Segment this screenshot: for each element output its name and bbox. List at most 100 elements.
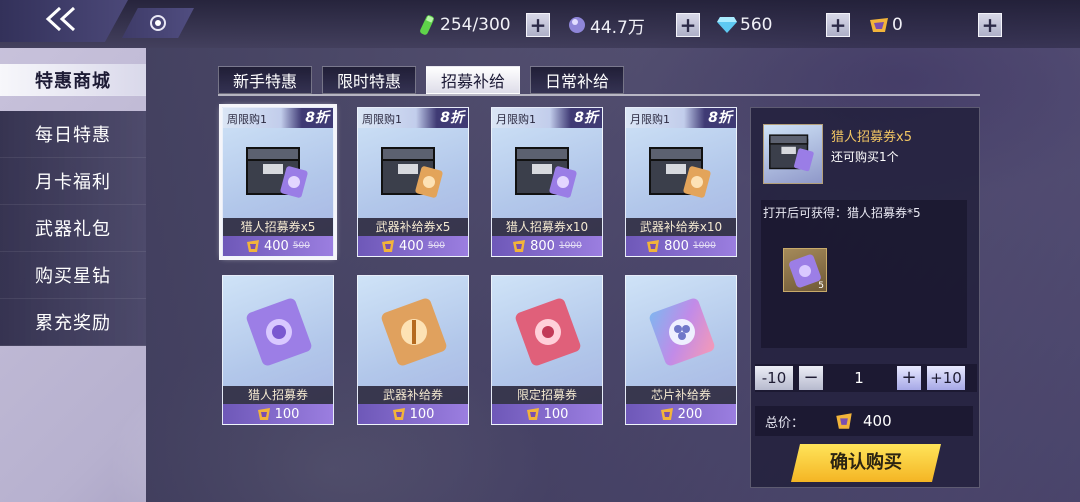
recruit-ticket-icon [246,298,312,366]
tab-daily-supply[interactable]: 日常补给 [530,66,625,94]
gold-star-diamond-icon [246,240,259,252]
crystal-orb-icon [566,14,588,36]
item-name: 猎人招募券x10 [492,218,602,236]
double-chevron-left-icon [44,4,80,38]
gold-star-diamond-icon [381,240,394,252]
add-diamond-button[interactable]: + [826,13,850,37]
add-crystal-button[interactable]: + [676,13,700,37]
item-name: 武器补给券x5 [358,218,468,236]
item-price: 100 [409,406,435,422]
shop-item-card[interactable]: 芯片补给券 200 [625,275,737,425]
supply-crate-icon [649,147,711,198]
supply-crate-icon [515,147,577,198]
plus-button[interactable]: + [897,366,921,390]
total-price-row: 总价： 400 [755,406,973,436]
remaining-purchases: 还可购买1个 [831,150,899,164]
supply-crate-icon [769,134,814,172]
gold-star-diamond-icon [513,240,526,252]
sidebar-item-weapon-pack[interactable]: 武器礼包 [0,205,146,252]
item-old-price: 500 [427,241,445,251]
minus-button[interactable]: − [799,366,823,390]
add-stamina-button[interactable]: + [526,13,550,37]
tab-limited-deals[interactable]: 限时特惠 [322,66,417,94]
top-bar: 254/300 + 44.7万 + 560 + 0 + [0,0,1080,48]
item-old-price: 500 [292,241,310,251]
sidebar-item-recharge-rewards[interactable]: 累充奖励 [0,299,146,346]
price-bar: 100 [223,404,333,424]
item-name: 猎人招募券 [223,386,333,404]
shop-item-card[interactable]: 周限购1 8折 武器补给券x5 400 500 [357,107,469,257]
item-price: 400 [263,238,289,254]
price-bar: 100 [358,404,468,424]
shop-item-card[interactable]: 月限购1 8折 武器补给券x10 800 1000 [625,107,737,257]
resource-crystal: 44.7万 + [566,12,700,38]
shop-item-card[interactable]: 周限购1 8折 猎人招募券x5 400 500 [219,104,337,260]
resource-value: 560 [740,15,773,35]
resource-value: 254/300 [440,15,511,35]
resource-value: 44.7万 [590,17,645,38]
gold-star-diamond-icon [257,408,270,420]
item-price: 200 [677,406,703,422]
gold-star-diamond-icon [660,408,673,420]
tab-recruit-supply[interactable]: 招募补给 [426,66,521,94]
tab-bar: 新手特惠 限时特惠 招募补给 日常补给 [218,66,634,94]
purchase-detail-panel: 猎人招募券x5 还可购买1个 打开后可获得：猎人招募券*5 5 -10 − 1 … [750,107,980,488]
stamina-vial-icon [416,14,438,36]
total-label: 总价： [765,415,805,431]
tab-newbie-deals[interactable]: 新手特惠 [218,66,313,94]
reward-item-slot[interactable]: 5 [783,248,827,292]
quantity-value[interactable]: 1 [829,369,889,387]
purchase-limit: 周限购1 [362,113,402,126]
gold-star-diamond-icon [647,240,660,252]
item-price: 400 [398,238,424,254]
item-name: 武器补给券x10 [626,218,736,236]
resource-diamond: 560 + [716,12,850,38]
sidebar: 特惠商城 每日特惠 月卡福利 武器礼包 购买星钻 累充奖励 [0,64,146,346]
add-star-diamond-button[interactable]: + [978,13,1002,37]
item-name: 芯片补给券 [626,386,736,404]
sidebar-item-buy-star-diamond[interactable]: 购买星钻 [0,252,146,299]
price-bar: 800 1000 [626,236,736,256]
confirm-purchase-button[interactable]: 确认购买 [791,444,941,482]
gold-star-diamond-icon [836,413,852,429]
price-bar: 400 500 [223,236,333,256]
shop-item-card[interactable]: 武器补给券 100 [357,275,469,425]
item-price: 100 [274,406,300,422]
total-value: 400 [863,412,892,430]
selected-item-name: 猎人招募券x5 [831,130,912,145]
home-dot-icon [150,15,166,31]
item-old-price: 1000 [692,241,716,251]
discount-badge: 8折 [281,108,333,128]
gold-star-diamond-icon [392,408,405,420]
reward-label: 打开后可获得：猎人招募券*5 [763,206,921,220]
item-name: 限定招募券 [492,386,602,404]
back-button[interactable] [0,0,128,42]
purchase-limit: 周限购1 [227,113,267,126]
reward-preview: 打开后可获得：猎人招募券*5 5 [761,200,967,348]
blue-diamond-icon [716,14,738,36]
item-old-price: 1000 [558,241,582,251]
shop-item-card[interactable]: 月限购1 8折 猎人招募券x10 800 1000 [491,107,603,257]
sidebar-item-daily-deals[interactable]: 每日特惠 [0,111,146,158]
price-bar: 200 [626,404,736,424]
sidebar-item-monthly-card[interactable]: 月卡福利 [0,158,146,205]
reward-count: 5 [818,281,824,291]
weapon-ticket-icon [381,298,447,366]
shop-item-card[interactable]: 猎人招募券 100 [222,275,334,425]
plus-ten-button[interactable]: +10 [927,366,965,390]
resource-value: 0 [892,15,903,35]
discount-badge: 8折 [684,108,736,128]
shop-item-card[interactable]: 限定招募券 100 [491,275,603,425]
tab-divider [218,94,980,96]
sidebar-item-special-mall[interactable]: 特惠商城 [0,64,146,96]
minus-ten-button[interactable]: -10 [755,366,793,390]
item-price: 800 [664,238,689,254]
purchase-limit: 月限购1 [630,113,670,126]
gold-star-diamond-icon [868,14,890,36]
item-price: 100 [543,406,569,422]
resource-stamina: 254/300 + [416,12,550,38]
discount-badge: 8折 [550,108,602,128]
gold-star-diamond-icon [526,408,539,420]
home-button[interactable] [122,8,194,38]
selected-item-thumbnail [763,124,823,184]
